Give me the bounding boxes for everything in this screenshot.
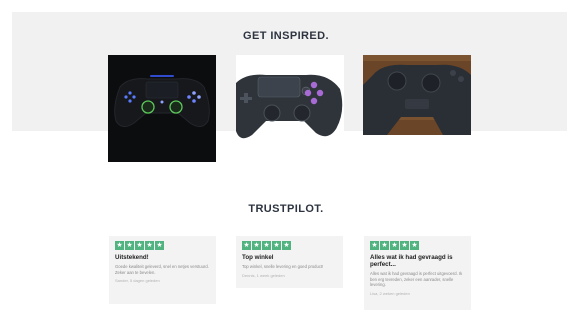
review-card: ★ ★ ★ ★ ★ Uitstekend! Goede kwaliteit ge… xyxy=(109,236,216,304)
controller-wood-illustration xyxy=(363,55,471,135)
review-meta: Dennis, 1 week geleden xyxy=(242,272,285,278)
review-title: Alles wat ik had gevraagd is perfect... xyxy=(370,254,453,268)
star-icon: ★ xyxy=(125,241,134,250)
section-title-get-inspired: GET INSPIRED. xyxy=(243,30,329,42)
star-icon: ★ xyxy=(390,241,399,250)
star-icon: ★ xyxy=(272,241,281,250)
controller-white-illustration xyxy=(236,55,344,162)
gallery-image-controller-white[interactable] xyxy=(236,55,344,162)
review-body: Goede kwaliteit geleverd, snel en netjes… xyxy=(115,264,209,275)
star-icon: ★ xyxy=(135,241,144,250)
star-icon: ★ xyxy=(115,241,124,250)
review-card: ★ ★ ★ ★ ★ Alles wat ik had gevraagd is p… xyxy=(364,236,471,310)
star-icon: ★ xyxy=(400,241,409,250)
review-card: ★ ★ ★ ★ ★ Top winkel Top winkel, snelle … xyxy=(236,236,343,288)
star-icon: ★ xyxy=(155,241,164,250)
review-title: Uitstekend! xyxy=(115,254,149,261)
star-icon: ★ xyxy=(410,241,419,250)
star-icon: ★ xyxy=(370,241,379,250)
star-icon: ★ xyxy=(145,241,154,250)
star-icon: ★ xyxy=(262,241,271,250)
star-icon: ★ xyxy=(380,241,389,250)
star-icon: ★ xyxy=(282,241,291,250)
review-body: Alles wat ik had gevraagd is perfect uit… xyxy=(370,271,463,287)
controller-dark-illustration xyxy=(108,55,216,162)
rating-stars: ★ ★ ★ ★ ★ xyxy=(242,241,337,250)
review-body: Top winkel, snelle levering en goed prod… xyxy=(242,264,324,269)
review-title: Top winkel xyxy=(242,254,274,261)
rating-stars: ★ ★ ★ ★ ★ xyxy=(370,241,465,250)
review-meta: Sander, 5 dagen geleden xyxy=(115,278,160,283)
rating-stars: ★ ★ ★ ★ ★ xyxy=(115,241,210,250)
star-icon: ★ xyxy=(252,241,261,250)
gallery-image-controller-wood[interactable] xyxy=(363,55,471,135)
review-meta: Lisa, 2 weken geleden xyxy=(370,290,410,296)
section-title-trustpilot: TRUSTPILOT. xyxy=(248,203,324,215)
star-icon: ★ xyxy=(242,241,251,250)
gallery-image-controller-dark[interactable] xyxy=(108,55,216,162)
